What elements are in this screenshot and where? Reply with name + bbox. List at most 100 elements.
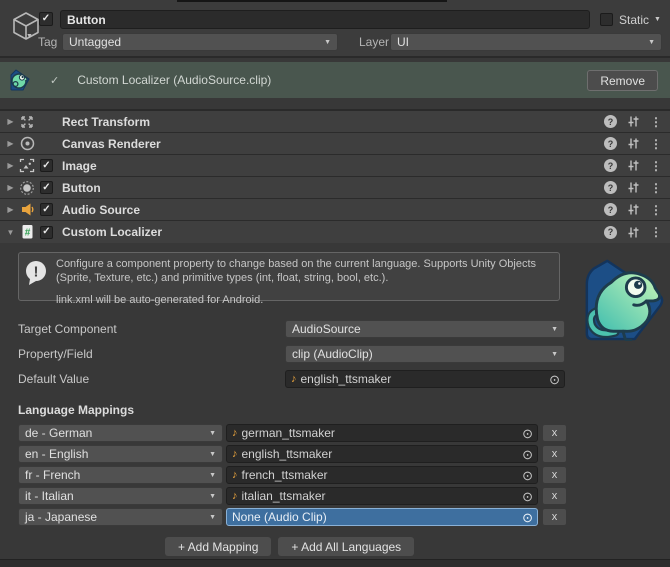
- kebab-menu-icon[interactable]: ⋮: [650, 138, 662, 150]
- component-header-audio-source[interactable]: ▶ ✓ Audio Source ? ⋮: [0, 199, 670, 221]
- chameleon-logo-small-icon: [10, 69, 30, 91]
- language-mappings-title: Language Mappings: [18, 403, 135, 417]
- mapping-clip-field-fr[interactable]: ♪ french_ttsmaker ⊙: [226, 466, 538, 484]
- remove-mapping-button-de[interactable]: x: [543, 425, 566, 441]
- image-component-icon: [17, 158, 37, 174]
- help-icon[interactable]: ?: [604, 137, 617, 150]
- presets-icon[interactable]: [627, 203, 640, 216]
- default-value-clip-name: english_ttsmaker: [300, 372, 392, 386]
- remove-mapping-button-ja[interactable]: x: [543, 509, 566, 525]
- mapping-language-dropdown-ja[interactable]: ja - Japanese ▼: [18, 508, 223, 526]
- mapping-clip-field-en[interactable]: ♪ english_ttsmaker ⊙: [226, 445, 538, 463]
- add-mapping-button[interactable]: + Add Mapping: [165, 537, 272, 556]
- foldout-icon[interactable]: ▼: [4, 228, 17, 237]
- component-label: Audio Source: [62, 202, 141, 217]
- tag-dropdown[interactable]: Untagged ▼: [62, 33, 338, 51]
- component-header-image[interactable]: ▶ ✓ Image ? ⋮: [0, 155, 670, 177]
- object-picker-icon[interactable]: ⊙: [549, 373, 560, 386]
- check-icon: ✓: [42, 159, 51, 171]
- mapping-clip-field-de[interactable]: ♪ german_ttsmaker ⊙: [226, 424, 538, 442]
- gameobject-active-checkbox[interactable]: ✓: [39, 12, 53, 26]
- static-checkbox[interactable]: [600, 13, 613, 26]
- default-value-label: Default Value: [18, 372, 90, 386]
- mapping-language-value: ja - Japanese: [25, 510, 98, 524]
- component-header-custom-localizer[interactable]: ▼ # ✓ Custom Localizer ? ⋮: [0, 221, 670, 243]
- mapping-clip-name: french_ttsmaker: [241, 468, 328, 482]
- component-header-rect-transform[interactable]: ▶ Rect Transform ? ⋮: [0, 111, 670, 133]
- svg-text:!: !: [34, 264, 39, 281]
- help-icon[interactable]: ?: [604, 159, 617, 172]
- foldout-icon[interactable]: ▶: [4, 183, 17, 192]
- foldout-icon[interactable]: ▶: [4, 205, 17, 214]
- info-text-line1: Configure a component property to change…: [56, 258, 537, 285]
- info-bubble-icon: !: [26, 261, 46, 285]
- kebab-menu-icon[interactable]: ⋮: [650, 204, 662, 216]
- default-value-object-field[interactable]: ♪ english_ttsmaker ⊙: [285, 370, 565, 388]
- kebab-menu-icon[interactable]: ⋮: [650, 160, 662, 172]
- mapping-language-dropdown-fr[interactable]: fr - French ▼: [18, 466, 223, 484]
- dropdown-arrow-icon: ▼: [209, 471, 216, 479]
- add-mapping-label: + Add Mapping: [178, 539, 259, 554]
- kebab-menu-icon[interactable]: ⋮: [650, 226, 662, 238]
- component-header-canvas-renderer[interactable]: ▶ Canvas Renderer ? ⋮: [0, 133, 670, 155]
- object-picker-icon[interactable]: ⊙: [522, 469, 533, 482]
- info-text-line2: link.xml will be auto-generated for Andr…: [56, 294, 264, 307]
- mapping-clip-field-it[interactable]: ♪ italian_ttsmaker ⊙: [226, 487, 538, 505]
- help-icon[interactable]: ?: [604, 115, 617, 128]
- layer-dropdown[interactable]: UI ▼: [390, 33, 662, 51]
- help-icon[interactable]: ?: [604, 203, 617, 216]
- mapping-language-dropdown-de[interactable]: de - German ▼: [18, 424, 223, 442]
- presets-icon[interactable]: [627, 137, 640, 150]
- mapping-language-dropdown-en[interactable]: en - English ▼: [18, 445, 223, 463]
- foldout-icon[interactable]: ▶: [4, 161, 17, 170]
- banner-check-icon: ✓: [50, 74, 60, 87]
- static-dropdown-arrow[interactable]: ▼: [654, 16, 661, 23]
- kebab-menu-icon[interactable]: ⋮: [650, 182, 662, 194]
- static-label: Static: [619, 13, 650, 27]
- presets-icon[interactable]: [627, 115, 640, 128]
- mapping-language-value: en - English: [25, 447, 89, 461]
- mapping-clip-name: german_ttsmaker: [241, 426, 335, 440]
- component-header-button[interactable]: ▶ ✓ Button ? ⋮: [0, 177, 670, 199]
- presets-icon[interactable]: [627, 226, 640, 239]
- component-enabled-checkbox[interactable]: ✓: [40, 225, 53, 239]
- divider: [0, 56, 670, 58]
- help-icon[interactable]: ?: [604, 181, 617, 194]
- object-picker-icon[interactable]: ⊙: [522, 427, 533, 440]
- audio-source-icon: [17, 202, 37, 218]
- object-picker-icon[interactable]: ⊙: [522, 448, 533, 461]
- component-enabled-checkbox[interactable]: ✓: [40, 181, 53, 194]
- gameobject-name-input[interactable]: [60, 10, 590, 29]
- mapping-clip-name: None (Audio Clip): [232, 510, 327, 524]
- x-label: x: [551, 448, 558, 460]
- remove-button[interactable]: Remove: [587, 70, 658, 91]
- object-picker-icon[interactable]: ⊙: [522, 511, 533, 524]
- tag-value: Untagged: [69, 35, 122, 49]
- object-picker-icon[interactable]: ⊙: [522, 490, 533, 503]
- foldout-icon[interactable]: ▶: [4, 117, 17, 126]
- remove-mapping-button-it[interactable]: x: [543, 488, 566, 504]
- component-enabled-checkbox[interactable]: ✓: [40, 159, 53, 172]
- remove-mapping-button-fr[interactable]: x: [543, 467, 566, 483]
- property-field-dropdown[interactable]: clip (AudioClip) ▼: [285, 345, 565, 363]
- foldout-icon[interactable]: ▶: [4, 139, 17, 148]
- component-enabled-checkbox[interactable]: ✓: [40, 203, 53, 216]
- add-all-languages-button[interactable]: + Add All Languages: [278, 537, 415, 556]
- kebab-menu-icon[interactable]: ⋮: [650, 116, 662, 128]
- add-all-languages-label: + Add All Languages: [291, 539, 402, 554]
- gameobject-icon-dropdown-arrow[interactable]: ▼: [26, 33, 33, 40]
- component-label: Custom Localizer: [62, 225, 163, 239]
- target-component-dropdown[interactable]: AudioSource ▼: [285, 320, 565, 338]
- dropdown-arrow-icon: ▼: [551, 350, 558, 358]
- presets-icon[interactable]: [627, 181, 640, 194]
- mapping-language-dropdown-it[interactable]: it - Italian ▼: [18, 487, 223, 505]
- mapping-language-value: fr - French: [25, 468, 81, 482]
- mapping-clip-field-ja-selected[interactable]: None (Audio Clip) ⊙: [226, 508, 538, 526]
- presets-icon[interactable]: [627, 159, 640, 172]
- remove-mapping-button-en[interactable]: x: [543, 446, 566, 462]
- svg-text:#: #: [24, 227, 30, 238]
- help-icon[interactable]: ?: [604, 225, 617, 239]
- mapping-clip-name: english_ttsmaker: [241, 447, 333, 461]
- bottom-strip: [0, 559, 670, 567]
- layer-label: Layer: [359, 35, 390, 49]
